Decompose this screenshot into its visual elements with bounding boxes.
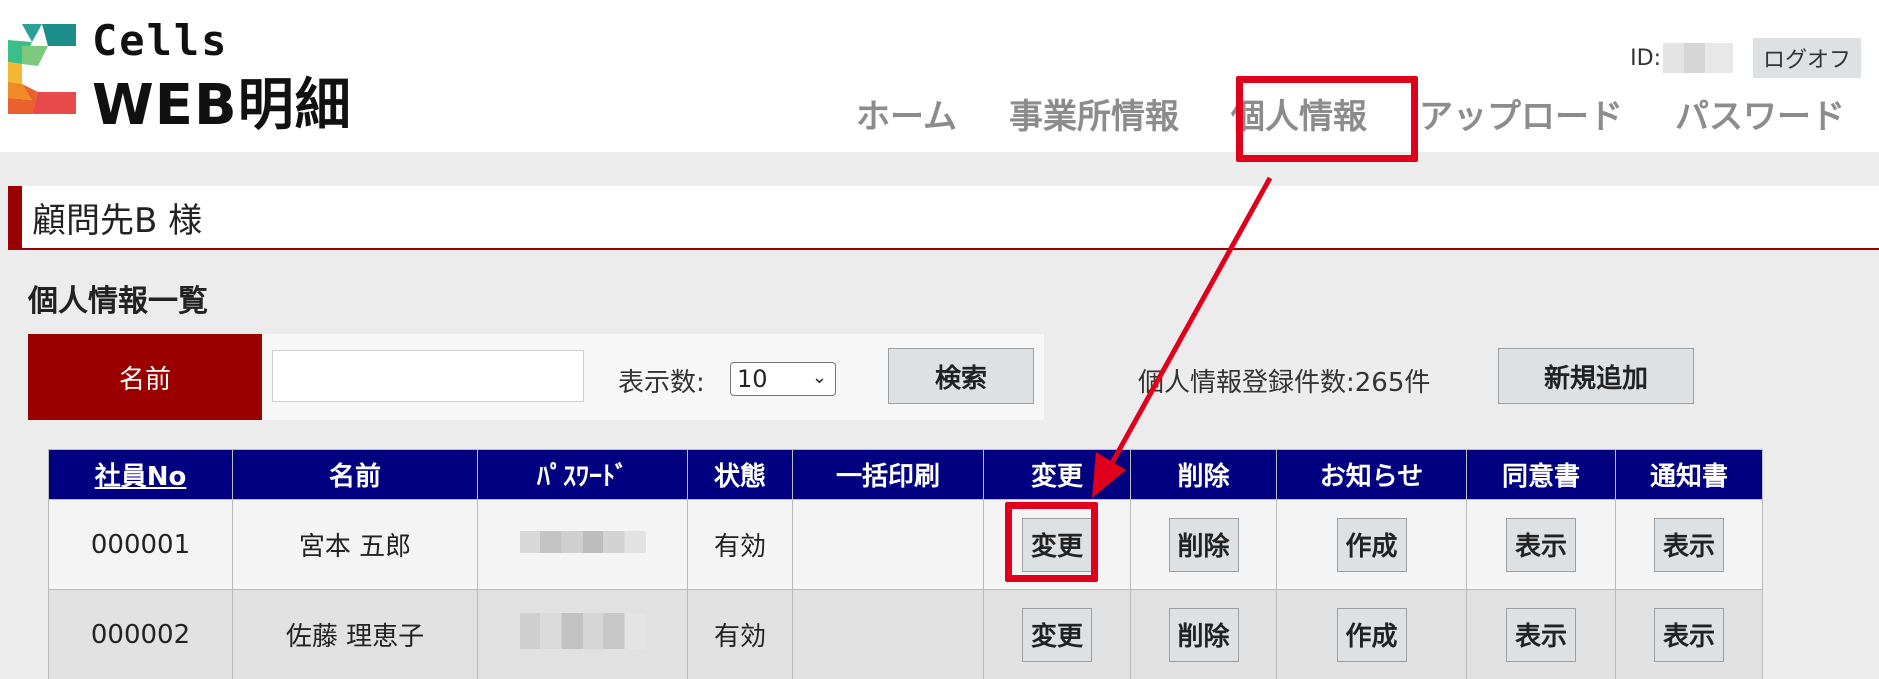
nav-upload[interactable]: アップロード <box>1393 95 1649 139</box>
cells-logo-icon <box>8 24 76 114</box>
delete-button[interactable]: 削除 <box>1168 517 1239 572</box>
nav-office-info[interactable]: 事業所情報 <box>983 95 1205 139</box>
col-password: ﾊﾟｽﾜｰﾄﾞ <box>477 449 688 500</box>
display-count-select[interactable]: 10 ⌄ <box>730 362 836 396</box>
notification-cell: 表示 <box>1615 589 1763 679</box>
create-notice-button[interactable]: 作成 <box>1336 517 1407 572</box>
delete-button[interactable]: 削除 <box>1168 607 1239 662</box>
edit-button[interactable]: 変更 <box>1022 517 1092 572</box>
table-row: 000001 宮本 五郎 有効 変更 削除 作成 表示 表示 <box>48 499 1763 590</box>
consent-cell: 表示 <box>1466 589 1616 679</box>
col-name: 名前 <box>232 449 478 500</box>
employee-no: 000002 <box>48 589 233 679</box>
password-redacted <box>519 613 646 649</box>
col-edit: 変更 <box>983 449 1131 500</box>
user-id-redacted <box>1662 43 1733 73</box>
col-employee-no[interactable]: 社員No <box>48 449 233 500</box>
header: Cells WEB明細 ID: ログオフ ホーム 事業所情報 個人情報 アップロ… <box>0 0 1879 152</box>
password-cell <box>477 589 688 679</box>
search-button[interactable]: 検索 <box>888 348 1034 404</box>
show-consent-button[interactable]: 表示 <box>1506 607 1576 662</box>
employee-name: 佐藤 理恵子 <box>232 589 478 679</box>
nav-home[interactable]: ホーム <box>830 95 983 139</box>
client-name: 顧問先B 様 <box>32 200 203 241</box>
name-search-input[interactable] <box>272 350 584 402</box>
page-title: 個人情報一覧 <box>28 284 208 319</box>
col-notice: お知らせ <box>1276 449 1467 500</box>
personal-info-table: 社員No 名前 ﾊﾟｽﾜｰﾄﾞ 状態 一括印刷 変更 削除 お知らせ 同意書 通… <box>48 449 1763 679</box>
col-status: 状態 <box>687 449 793 500</box>
col-consent: 同意書 <box>1466 449 1616 500</box>
edit-cell: 変更 <box>983 499 1131 590</box>
name-label: 名前 <box>28 334 262 420</box>
add-new-button[interactable]: 新規追加 <box>1498 348 1694 404</box>
password-cell <box>477 499 688 590</box>
nav-password[interactable]: パスワード <box>1649 95 1871 139</box>
notification-cell: 表示 <box>1615 499 1763 590</box>
registered-count: 個人情報登録件数:265件 <box>1138 368 1431 398</box>
display-count-value: 10 <box>737 365 768 393</box>
notice-cell: 作成 <box>1276 499 1467 590</box>
user-id-label: ID: <box>1630 45 1661 71</box>
client-title-bar: 顧問先B 様 <box>8 186 1879 250</box>
status: 有効 <box>687 589 793 679</box>
col-delete: 削除 <box>1130 449 1277 500</box>
show-notification-button[interactable]: 表示 <box>1654 517 1724 572</box>
show-notification-button[interactable]: 表示 <box>1654 607 1724 662</box>
user-id: ID: <box>1630 43 1733 73</box>
logo-text-web-meisai: WEB明細 <box>92 73 352 138</box>
edit-cell: 変更 <box>983 589 1131 679</box>
bulk-print-cell <box>792 589 984 679</box>
chevron-down-icon: ⌄ <box>811 367 827 388</box>
status: 有効 <box>687 499 793 590</box>
main-nav: ホーム 事業所情報 個人情報 アップロード パスワード <box>830 95 1871 139</box>
logoff-button[interactable]: ログオフ <box>1752 38 1861 78</box>
table-header-row: 社員No 名前 ﾊﾟｽﾜｰﾄﾞ 状態 一括印刷 変更 削除 お知らせ 同意書 通… <box>48 449 1763 500</box>
col-employee-no-label[interactable]: 社員No <box>95 462 187 492</box>
nav-personal-info[interactable]: 個人情報 <box>1205 95 1393 139</box>
password-redacted <box>519 530 646 553</box>
show-consent-button[interactable]: 表示 <box>1506 517 1576 572</box>
display-count-label: 表示数: <box>618 368 705 398</box>
delete-cell: 削除 <box>1130 499 1277 590</box>
user-box: ID: ログオフ <box>1630 38 1861 78</box>
logo-text-cells: Cells <box>92 16 229 65</box>
search-panel: 名前 表示数: 10 ⌄ 検索 <box>28 334 1044 420</box>
notice-cell: 作成 <box>1276 589 1467 679</box>
col-bulk-print: 一括印刷 <box>792 449 984 500</box>
bulk-print-cell <box>792 499 984 590</box>
employee-name: 宮本 五郎 <box>232 499 478 590</box>
consent-cell: 表示 <box>1466 499 1616 590</box>
create-notice-button[interactable]: 作成 <box>1336 607 1407 662</box>
employee-no: 000001 <box>48 499 233 590</box>
delete-cell: 削除 <box>1130 589 1277 679</box>
table-row: 000002 佐藤 理恵子 有効 変更 削除 作成 表示 表示 <box>48 589 1763 679</box>
edit-button[interactable]: 変更 <box>1022 607 1092 662</box>
col-notification: 通知書 <box>1615 449 1763 500</box>
